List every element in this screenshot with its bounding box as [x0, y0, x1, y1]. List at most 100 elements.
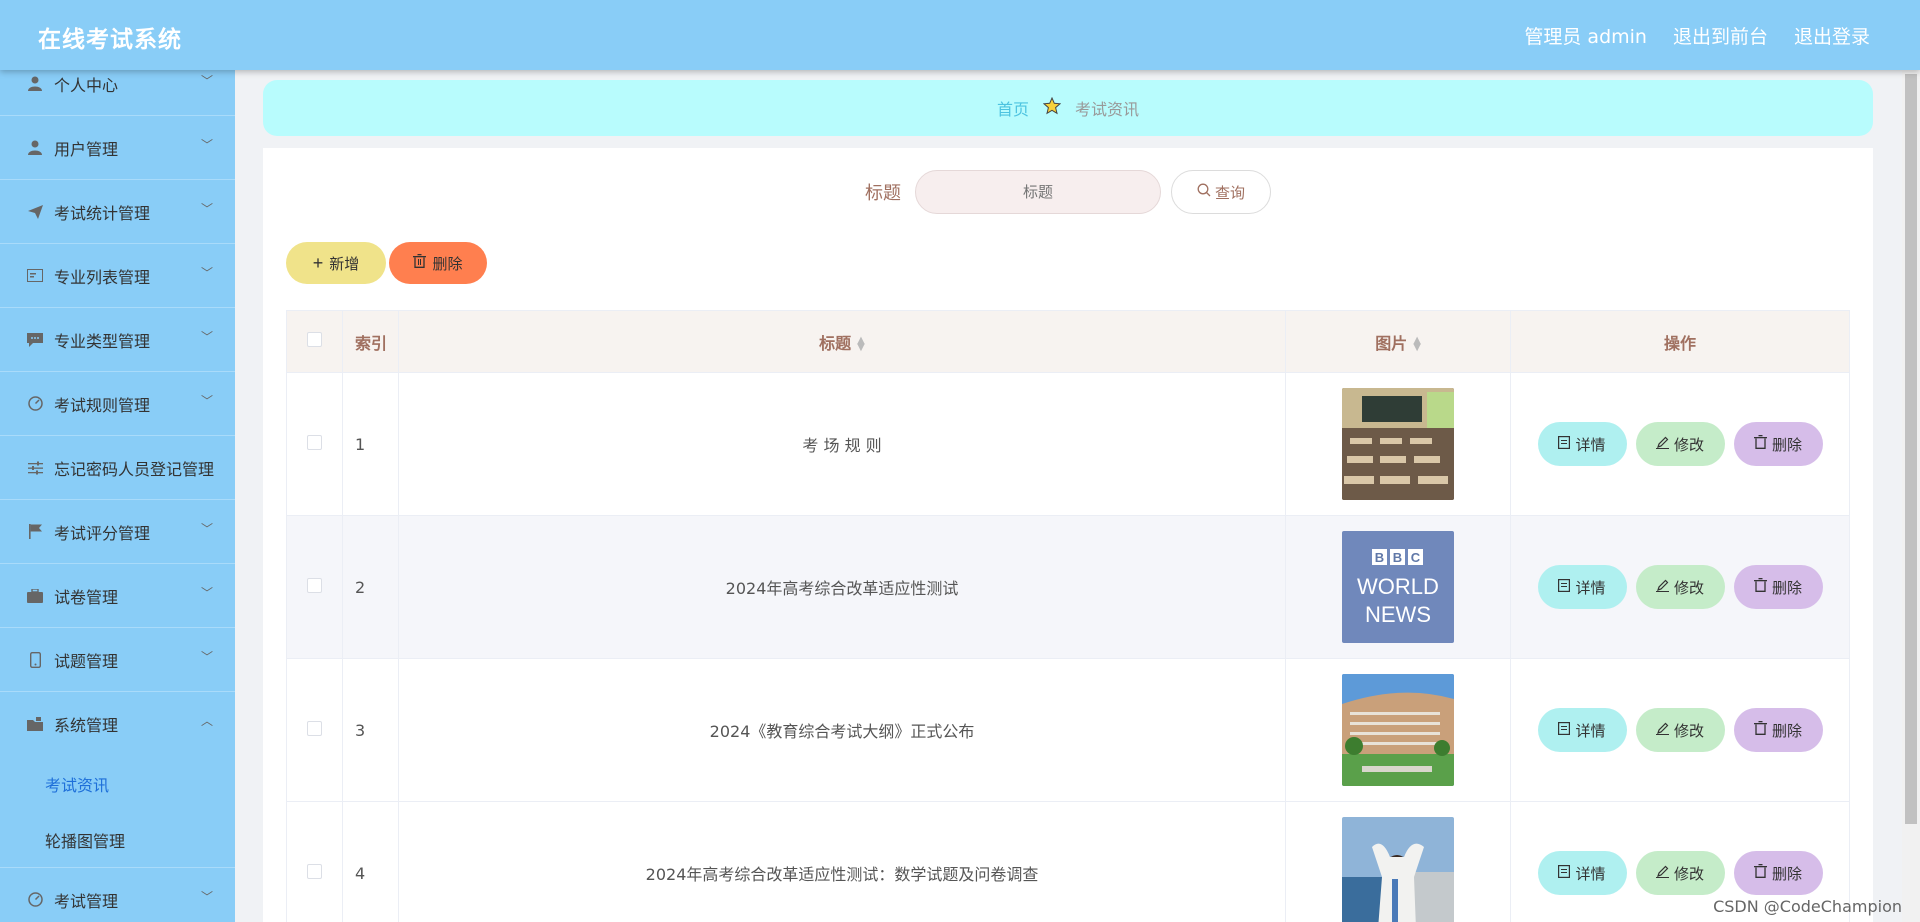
- page-scrollbar[interactable]: [1902, 70, 1920, 922]
- delete-button[interactable]: 删除: [1733, 851, 1823, 895]
- table-row: 3 2024《教育综合考试大纲》正式公布 详情 修改 删除: [286, 658, 1850, 802]
- detail-label: 详情: [1575, 436, 1606, 454]
- trash-icon: [1753, 435, 1767, 453]
- send-icon: [26, 204, 44, 220]
- pencil-icon: [1655, 436, 1669, 453]
- search-button[interactable]: 查询: [1171, 170, 1271, 214]
- row-checkbox[interactable]: [306, 720, 322, 736]
- title-search-input[interactable]: [915, 170, 1161, 214]
- main-content: 首页 考试资讯 标题 查询 + 新增 删除: [235, 70, 1900, 922]
- sidebar-item-forgot-password[interactable]: 忘记密码人员登记管理: [0, 436, 235, 500]
- chevron-down-icon: ﹀: [200, 586, 213, 600]
- news-table: 索引 标题 ▲ ▼ 图片 ▲ ▼ 操作 1 考 场 规 则 详情 修改 删除 2…: [286, 310, 1850, 922]
- delete-button[interactable]: 删除: [1733, 422, 1823, 466]
- chevron-down-icon: ﹀: [200, 522, 213, 536]
- bbc-b2: B: [1393, 550, 1402, 565]
- breadcrumb-current: 考试资讯: [1075, 100, 1140, 119]
- sidebar-item-users[interactable]: 用户管理 ﹀: [0, 116, 235, 180]
- bbc-c: C: [1411, 550, 1421, 565]
- admin-user-label[interactable]: 管理员 admin: [1524, 22, 1647, 49]
- detail-button[interactable]: 详情: [1537, 708, 1627, 752]
- detail-button[interactable]: 详情: [1537, 851, 1627, 895]
- batch-delete-button[interactable]: 删除: [389, 242, 487, 284]
- image-header[interactable]: 图片 ▲ ▼: [1285, 310, 1512, 373]
- campus-building-image[interactable]: [1342, 674, 1455, 786]
- sidebar-subitem-exam-news[interactable]: 考试资讯: [0, 756, 235, 812]
- row-image-cell: [1285, 658, 1512, 802]
- row-index: 1: [342, 372, 399, 516]
- plus-icon: +: [312, 252, 324, 273]
- trash-icon: [1753, 721, 1767, 739]
- to-front-link[interactable]: 退出到前台: [1673, 22, 1768, 49]
- sidebar-item-major-list[interactable]: 专业列表管理 ﹀: [0, 244, 235, 308]
- card-icon: [26, 268, 44, 284]
- search-bar: 标题 查询: [263, 170, 1873, 214]
- sidebar-item-label: 考试管理: [54, 891, 119, 911]
- row-select-cell: [286, 801, 343, 922]
- row-image-cell: [1285, 372, 1512, 516]
- classroom-image[interactable]: [1342, 388, 1455, 500]
- chevron-down-icon: ﹀: [200, 202, 213, 216]
- sidebar-item-label: 系统管理: [54, 716, 119, 735]
- flag-icon: [26, 524, 44, 540]
- sidebar-item-papers[interactable]: 试卷管理 ﹀: [0, 564, 235, 628]
- row-checkbox[interactable]: [306, 434, 322, 450]
- edit-button[interactable]: 修改: [1635, 851, 1725, 895]
- sidebar-item-label: 考试规则管理: [54, 395, 151, 415]
- detail-button[interactable]: 详情: [1537, 565, 1627, 609]
- sidebar-item-profile[interactable]: 个人中心 ﹀: [0, 70, 235, 116]
- row-index: 3: [342, 658, 399, 802]
- row-actions: 详情 修改 删除: [1510, 372, 1850, 516]
- table-row: 2 2024年高考综合改革适应性测试 B B C WORLD NEWS 详情 修…: [286, 515, 1850, 659]
- gauge-icon: [26, 892, 44, 908]
- add-button[interactable]: + 新增: [286, 242, 386, 284]
- pencil-icon: [1655, 865, 1669, 882]
- logout-link[interactable]: 退出登录: [1794, 22, 1870, 49]
- row-checkbox[interactable]: [306, 577, 322, 593]
- watermark: CSDN @CodeChampion: [1713, 897, 1902, 916]
- sidebar-item-exam-rules[interactable]: 考试规则管理 ﹀: [0, 372, 235, 436]
- sidebar-item-questions[interactable]: 试题管理 ﹀: [0, 628, 235, 692]
- edit-label: 修改: [1673, 865, 1704, 883]
- detail-button[interactable]: 详情: [1537, 422, 1627, 466]
- sidebar-menu: 个人中心 ﹀ 用户管理 ﹀ 考试统计管理 ﹀ 专业列表管理 ﹀ 专业类型管理 ﹀…: [0, 70, 235, 922]
- scrollbar-thumb[interactable]: [1905, 74, 1917, 824]
- delete-button[interactable]: 删除: [1733, 565, 1823, 609]
- row-actions: 详情 修改 删除: [1510, 658, 1850, 802]
- sidebar-item-major-type[interactable]: 专业类型管理 ﹀: [0, 308, 235, 372]
- edit-button[interactable]: 修改: [1635, 422, 1725, 466]
- delete-button-label: 删除: [432, 255, 463, 273]
- edit-button[interactable]: 修改: [1635, 708, 1725, 752]
- sidebar-item-label: 考试统计管理: [54, 203, 151, 223]
- row-title: 2024年高考综合改革适应性测试: [398, 515, 1287, 659]
- chevron-down-icon: ﹀: [200, 650, 213, 664]
- title-header[interactable]: 标题 ▲ ▼: [398, 310, 1287, 373]
- news-text: NEWS: [1365, 602, 1431, 627]
- user-icon: [26, 76, 44, 92]
- delete-button[interactable]: 删除: [1733, 708, 1823, 752]
- sidebar-item-exam-stats[interactable]: 考试统计管理 ﹀: [0, 180, 235, 244]
- row-index: 4: [342, 801, 399, 922]
- row-checkbox[interactable]: [306, 863, 322, 879]
- search-label: 标题: [865, 183, 901, 204]
- sort-icon[interactable]: ▲ ▼: [1413, 336, 1421, 353]
- edit-label: 修改: [1673, 722, 1704, 740]
- sidebar-subitem-carousel[interactable]: 轮播图管理: [0, 812, 235, 868]
- student-photo-image[interactable]: [1342, 817, 1455, 922]
- star-icon: [1042, 96, 1062, 120]
- sidebar-item-exam-scoring[interactable]: 考试评分管理 ﹀: [0, 500, 235, 564]
- bbc-world-news-image[interactable]: B B C WORLD NEWS: [1342, 531, 1455, 643]
- edit-label: 修改: [1673, 436, 1704, 454]
- index-header: 索引: [342, 310, 399, 373]
- row-select-cell: [286, 658, 343, 802]
- select-all-checkbox[interactable]: [306, 332, 322, 347]
- sidebar-item-label: 试题管理: [54, 651, 119, 671]
- breadcrumb-home-link[interactable]: 首页: [997, 96, 1029, 120]
- select-all-header: [286, 310, 343, 373]
- sidebar-item-exam-management[interactable]: 考试管理 ﹀: [0, 868, 235, 922]
- sidebar-item-system[interactable]: 系统管理 ︿: [0, 692, 235, 756]
- sort-icon[interactable]: ▲ ▼: [857, 336, 865, 353]
- folder-icon: [26, 716, 44, 732]
- trash-icon: [1753, 578, 1767, 596]
- edit-button[interactable]: 修改: [1635, 565, 1725, 609]
